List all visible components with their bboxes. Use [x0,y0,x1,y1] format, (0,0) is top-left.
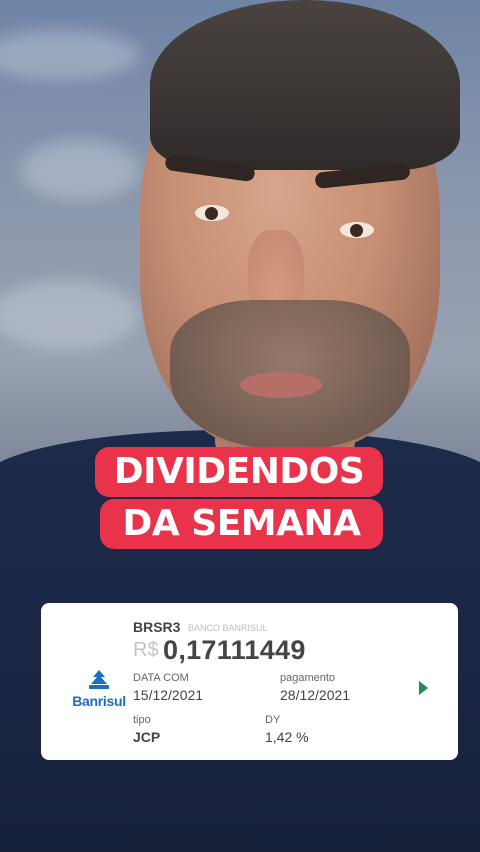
tipo-value: JCP [133,729,161,745]
person-hair [150,0,460,170]
banrisul-logo-icon [89,670,109,689]
title-line-2: DA SEMANA [100,499,383,549]
stock-ticker: BRSR3 [133,619,181,635]
person-mouth [240,372,322,398]
eye-right [340,222,374,238]
cloud [20,140,140,200]
eye-left [195,205,229,221]
title-line-1: DIVIDENDOS [95,447,383,497]
pagamento-label: pagamento [280,672,336,684]
banrisul-logo-text: Banrisul [72,693,126,709]
pagamento-value: 28/12/2021 [280,687,351,703]
tipo-label: tipo [133,714,151,726]
dy-value: 1,42 % [265,729,309,745]
company-name: BANCO BANRISUL [188,623,268,633]
dividend-amount: 0,17111449 [163,635,306,665]
play-arrow-icon[interactable] [419,681,428,695]
banrisul-logo: Banrisul [69,669,129,711]
dy-label: DY [265,714,281,726]
currency-symbol: R$ [133,639,159,661]
dividend-card[interactable]: Banrisul BRSR3 BANCO BANRISUL R$ 0,17111… [41,603,458,760]
data-com-label: DATA COM [133,672,189,684]
data-com-value: 15/12/2021 [133,687,204,703]
